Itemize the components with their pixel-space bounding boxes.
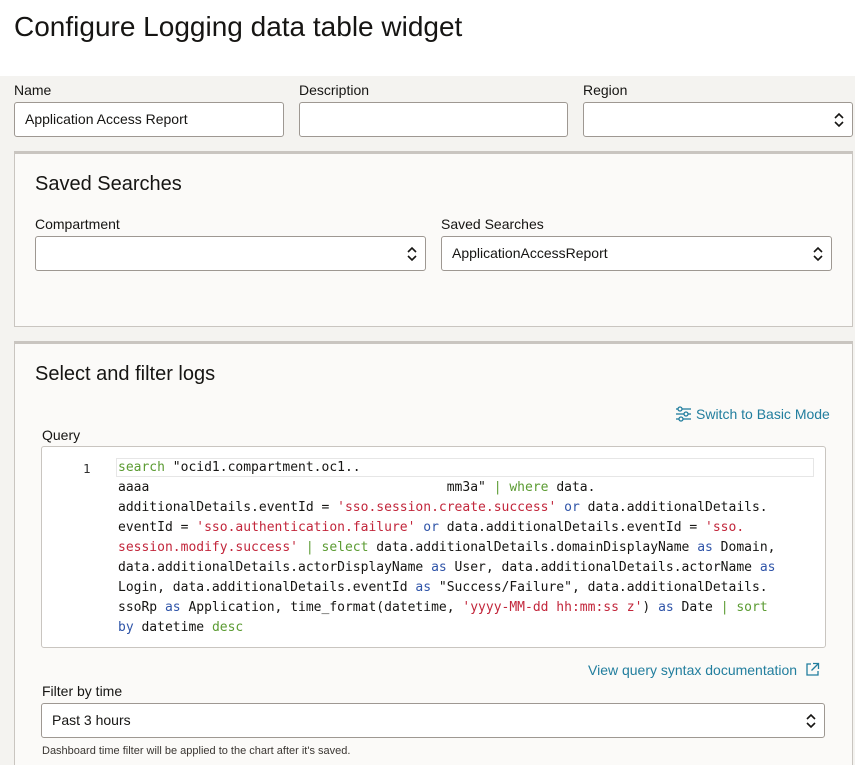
query-line: eventId = 'sso.authentication.failure' o… <box>118 518 818 538</box>
saved-searches-select[interactable]: ApplicationAccessReport <box>441 236 832 271</box>
query-line: session.modify.success' | select data.ad… <box>118 538 818 558</box>
page-title: Configure Logging data table widget <box>14 11 463 42</box>
saved-searches-value: ApplicationAccessReport <box>452 245 608 261</box>
filter-time-value: Past 3 hours <box>52 712 131 728</box>
query-line: additionalDetails.eventId = 'sso.session… <box>118 498 818 518</box>
query-token: as <box>164 600 181 615</box>
query-token: User, data.additionalDetails.actorName <box>446 560 760 575</box>
saved-searches-label: Saved Searches <box>441 216 544 232</box>
query-token: where <box>509 480 549 495</box>
query-token: or <box>564 500 580 515</box>
query-line: data.additionalDetails.actorDisplayName … <box>118 558 818 578</box>
query-token: select <box>321 540 369 555</box>
query-token: eventId = <box>118 520 197 535</box>
query-token: desc <box>211 620 244 635</box>
query-token: | <box>305 540 314 555</box>
query-token: as <box>431 560 447 575</box>
query-token: data.additionalDetails. <box>579 500 768 515</box>
query-line: search "ocid1.compartment.oc1.. <box>118 458 818 478</box>
query-token: data.additionalDetails.eventId = <box>438 520 706 535</box>
query-token: 'sso. <box>705 520 745 535</box>
line-number: 1 <box>83 461 91 476</box>
query-token: search <box>118 460 165 475</box>
name-label: Name <box>14 82 52 98</box>
switch-basic-mode-label: Switch to Basic Mode <box>696 406 830 422</box>
query-docs-link[interactable]: View query syntax documentation <box>588 662 820 678</box>
query-token: Domain, <box>712 540 776 555</box>
query-token: | <box>493 480 502 495</box>
query-token: ) <box>642 600 659 615</box>
query-token: Login, data.additionalDetails.eventId <box>118 580 416 595</box>
query-token <box>149 480 446 495</box>
query-token: session.modify.success' <box>118 540 299 555</box>
query-code[interactable]: search "ocid1.compartment.oc1.. aaaa mm3a… <box>118 458 818 638</box>
query-token: as <box>759 560 776 575</box>
query-token <box>314 540 322 555</box>
chevron-up-down-icon <box>407 246 417 262</box>
query-token: datetime <box>133 620 212 635</box>
switch-basic-mode-link[interactable]: Switch to Basic Mode <box>675 406 830 422</box>
query-token: 'sso.authentication.failure' <box>196 520 416 535</box>
name-input[interactable]: Application Access Report <box>14 102 284 137</box>
filter-logs-title: Select and filter logs <box>35 363 216 385</box>
query-token: Date <box>673 600 721 615</box>
query-token: additionalDetails.eventId = <box>118 500 338 515</box>
query-label: Query <box>42 427 81 443</box>
query-token: mm3a" <box>446 480 494 495</box>
description-label: Description <box>299 82 370 98</box>
saved-searches-title: Saved Searches <box>35 173 182 195</box>
query-token: aaaa <box>118 480 150 495</box>
query-token: by <box>118 620 134 635</box>
query-docs-label: View query syntax documentation <box>588 662 798 678</box>
query-token: Application, time_format(datetime, <box>180 600 463 615</box>
query-line: aaaa mm3a" | where data. <box>118 478 818 498</box>
filter-time-help: Dashboard time filter will be applied to… <box>42 745 351 757</box>
query-token: ssoRp <box>118 600 165 615</box>
query-token <box>298 540 306 555</box>
page-header: Configure Logging data table widget <box>0 0 855 76</box>
description-input[interactable] <box>299 102 568 137</box>
query-token: 'yyyy-MM-dd hh:mm:ss z' <box>462 600 643 615</box>
query-token: data.additionalDetails.actorDisplayName <box>118 560 432 575</box>
query-token: sort <box>736 600 768 615</box>
query-token: as <box>697 540 713 555</box>
region-select[interactable] <box>583 102 853 137</box>
compartment-select[interactable] <box>35 236 426 271</box>
compartment-label: Compartment <box>35 216 120 232</box>
query-line: by datetime desc <box>118 618 818 638</box>
query-token: as <box>658 600 674 615</box>
chevron-up-down-icon <box>813 246 823 262</box>
query-token: | <box>720 600 729 615</box>
query-token: 'sso.session.create.success' <box>337 500 557 515</box>
query-token: as <box>415 580 432 595</box>
query-token: data.additionalDetails.domainDisplayName <box>368 540 698 555</box>
query-token: data. <box>548 480 596 495</box>
sliders-icon <box>676 406 691 422</box>
query-token: "Success/Failure", data.additionalDetail… <box>431 580 768 595</box>
chevron-up-down-icon <box>806 713 816 729</box>
filter-time-select[interactable]: Past 3 hours <box>41 703 825 738</box>
filter-time-label: Filter by time <box>42 683 123 699</box>
chevron-up-down-icon <box>834 112 844 128</box>
query-token: or <box>423 520 439 535</box>
query-line: Login, data.additionalDetails.eventId as… <box>118 578 818 598</box>
external-link-icon <box>806 662 820 676</box>
query-line: ssoRp as Application, time_format(dateti… <box>118 598 818 618</box>
region-label: Region <box>583 82 628 98</box>
query-token <box>556 500 564 515</box>
query-token: "ocid1.compartment.oc1.. <box>164 460 361 475</box>
